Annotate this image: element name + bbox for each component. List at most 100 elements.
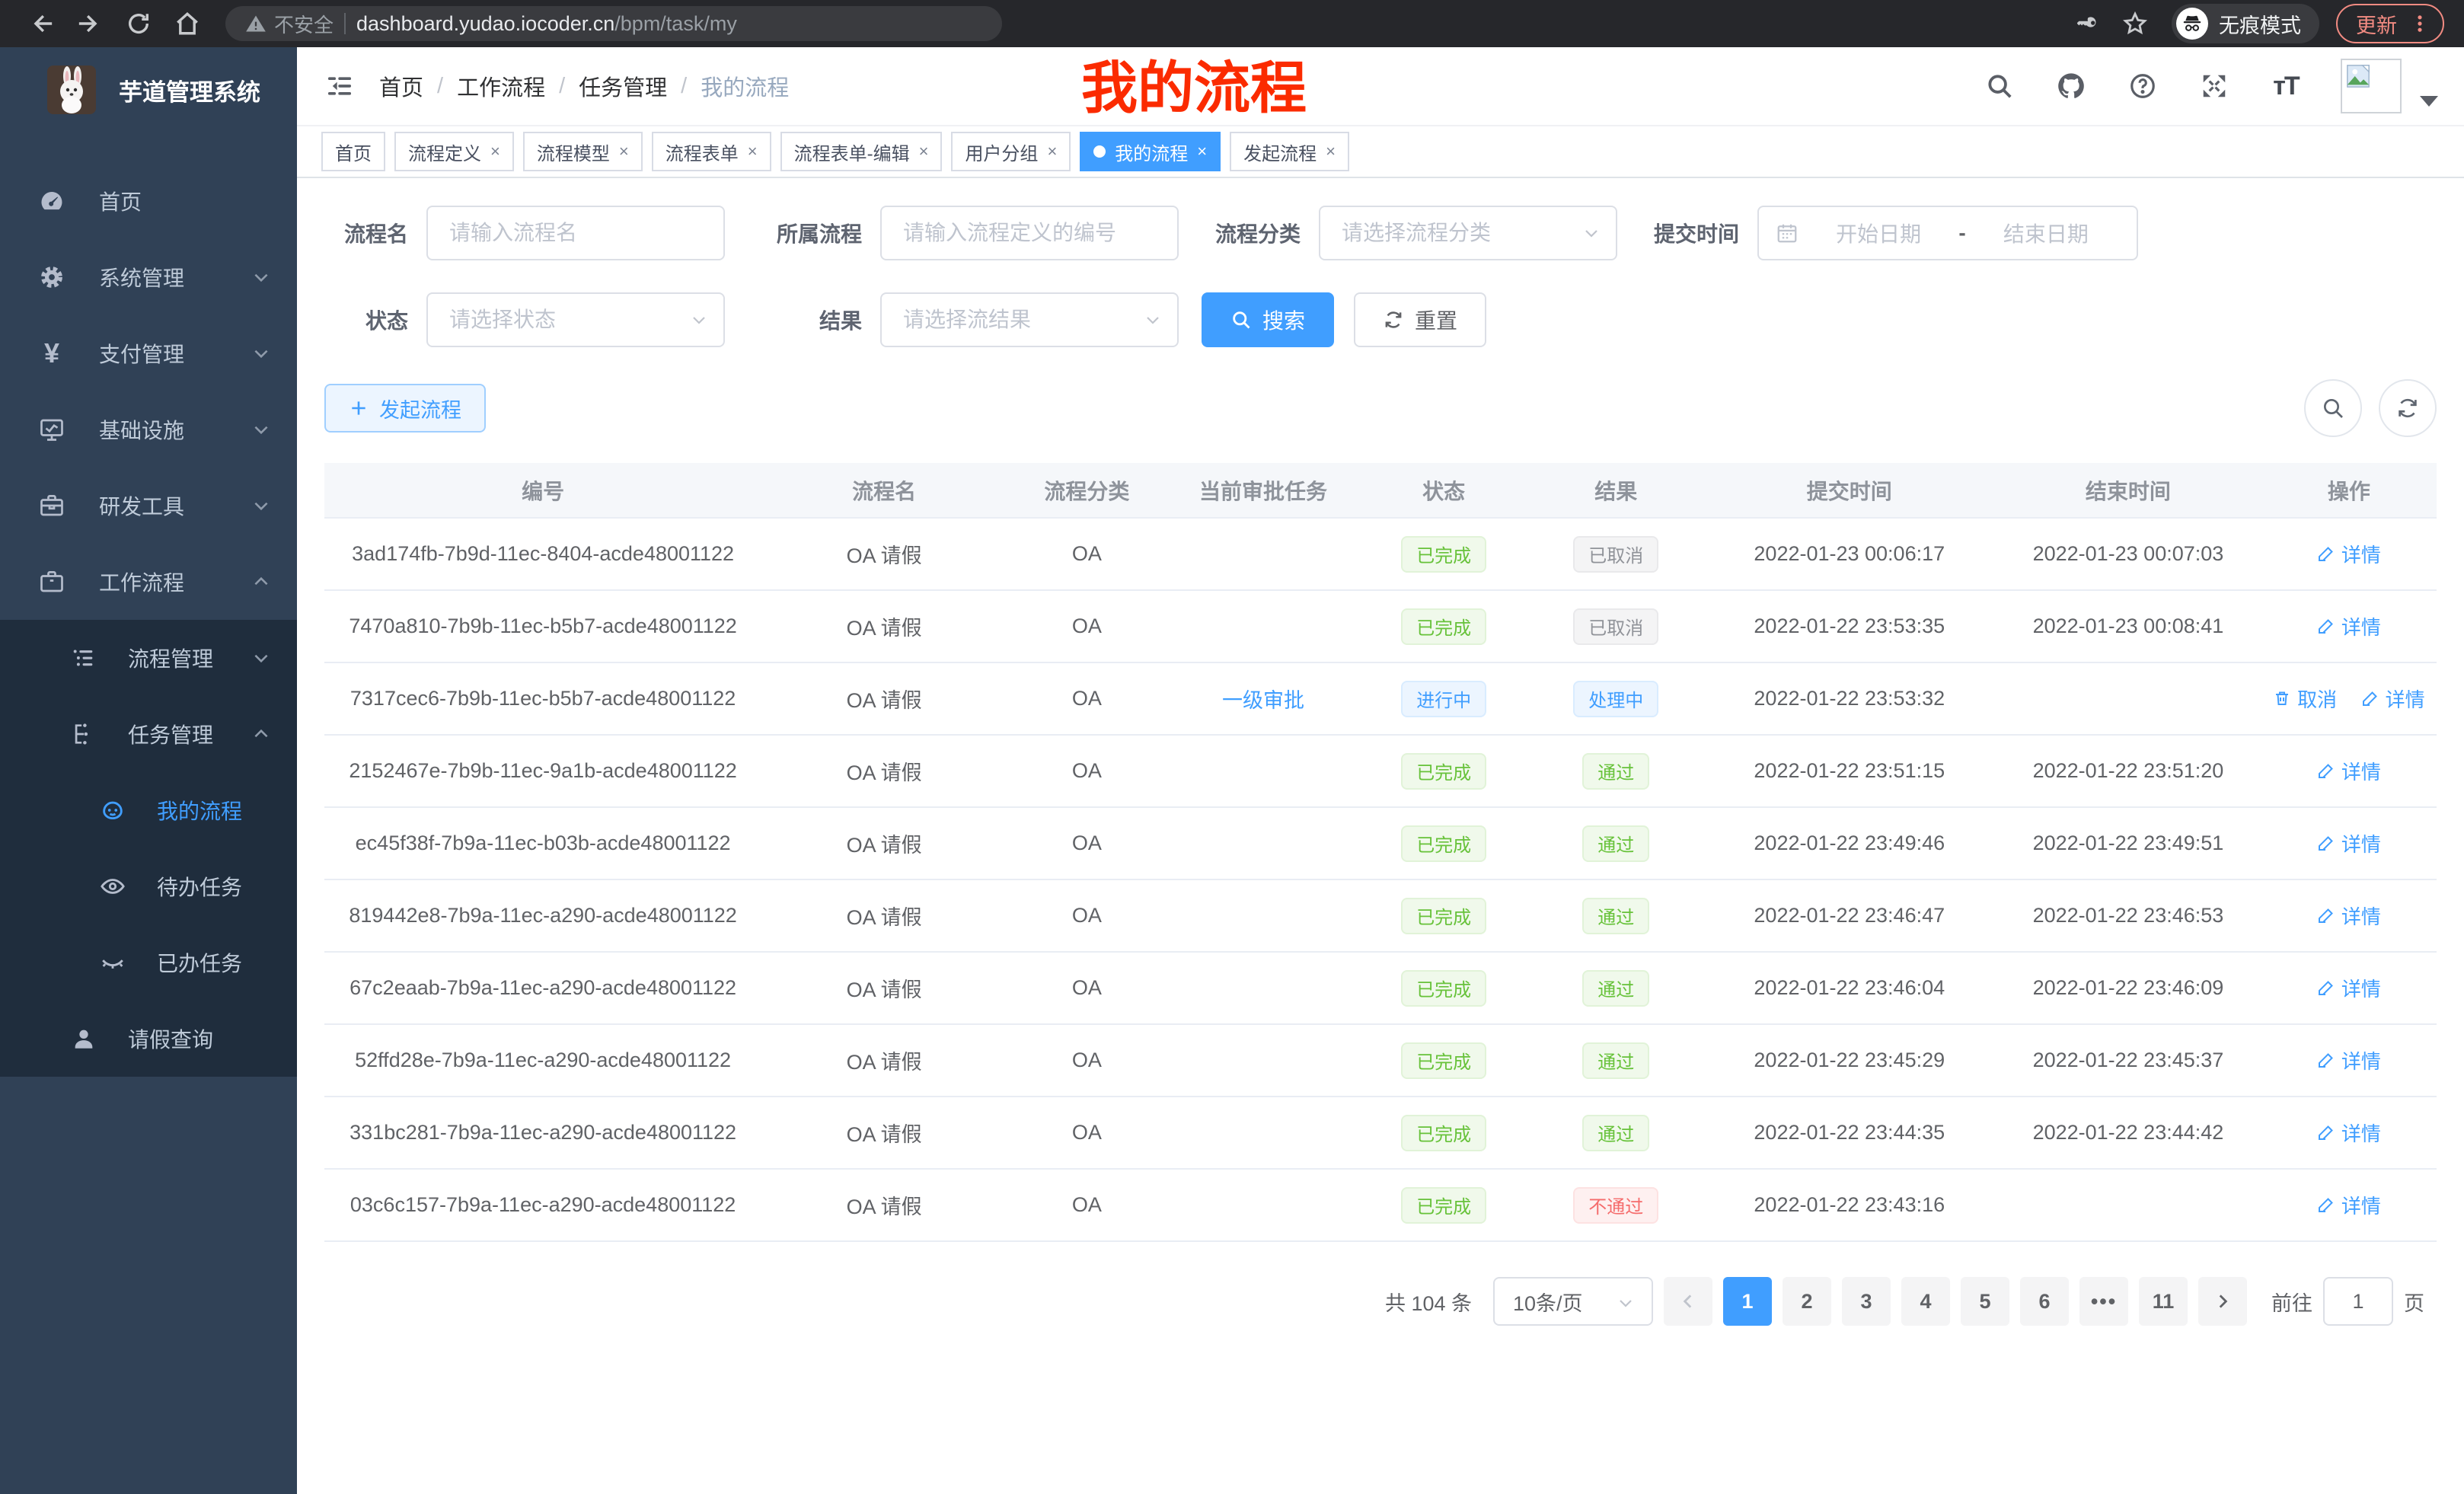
goto-label: 前往 (2271, 1287, 2312, 1317)
result-badge: 通过 (1582, 970, 1649, 1007)
fullscreen-icon[interactable] (2197, 69, 2231, 103)
current-task-link[interactable]: 一级审批 (1222, 689, 1304, 712)
tab-process-form-edit[interactable]: 流程表单-编辑× (780, 132, 943, 171)
page-button-4[interactable]: 4 (1901, 1277, 1950, 1326)
page-content: 流程名 所属流程 流程分类 (297, 178, 2464, 1494)
detail-link[interactable]: 详情 (2317, 902, 2381, 930)
detail-link[interactable]: 详情 (2317, 1119, 2381, 1147)
tab-start-process[interactable]: 发起流程× (1230, 132, 1349, 171)
col-status: 状态 (1359, 463, 1528, 518)
detail-link[interactable]: 详情 (2317, 612, 2381, 640)
cancel-link[interactable]: 取消 (2273, 685, 2337, 713)
breadcrumb-home[interactable]: 首页 (379, 70, 423, 102)
sidebar-item-label: 我的流程 (157, 795, 242, 825)
detail-link[interactable]: 详情 (2317, 974, 2381, 1002)
sidebar-item-infra[interactable]: 基础设施 (0, 391, 297, 468)
font-size-icon[interactable]: тT (2269, 69, 2303, 103)
breadcrumb-task-mgmt[interactable]: 任务管理 (579, 70, 667, 102)
refresh-table-button[interactable] (2379, 379, 2437, 437)
update-label: 更新 (2356, 9, 2397, 39)
browser-back-icon[interactable] (20, 2, 62, 45)
next-page-button[interactable] (2198, 1277, 2247, 1326)
start-process-button[interactable]: 发起流程 (324, 384, 486, 433)
status-select[interactable] (426, 292, 725, 347)
not-secure-warning[interactable]: 不安全 (245, 10, 334, 38)
page-button-3[interactable]: 3 (1842, 1277, 1891, 1326)
reset-button[interactable]: 重置 (1354, 292, 1486, 347)
detail-link[interactable]: 详情 (2317, 829, 2381, 857)
close-icon[interactable]: × (1197, 142, 1207, 161)
close-icon[interactable]: × (1047, 142, 1057, 161)
sidebar-item-my-process[interactable]: 我的流程 (0, 772, 297, 848)
status-badge: 已完成 (1401, 1187, 1486, 1224)
password-key-icon[interactable] (2070, 4, 2109, 43)
close-icon[interactable]: × (919, 142, 929, 161)
sidebar-item-workflow[interactable]: 工作流程 (0, 544, 297, 620)
table-row: ec45f38f-7b9a-11ec-b03b-acde48001122 OA … (324, 807, 2437, 879)
submit-time-range-picker[interactable]: 开始日期 - 结束日期 (1757, 206, 2138, 260)
detail-link[interactable]: 详情 (2317, 1191, 2381, 1219)
sidebar-item-task-mgmt[interactable]: 任务管理 (0, 696, 297, 772)
search-button[interactable]: 搜索 (1202, 292, 1334, 347)
process-definition-input[interactable] (880, 206, 1179, 260)
sidebar-item-done-tasks[interactable]: 已办任务 (0, 924, 297, 1001)
tab-process-definition[interactable]: 流程定义× (394, 132, 514, 171)
total-count: 共 104 条 (1385, 1287, 1472, 1317)
tab-process-form[interactable]: 流程表单× (652, 132, 771, 171)
page-button-6[interactable]: 6 (2020, 1277, 2069, 1326)
process-name-input[interactable] (426, 206, 725, 260)
sidebar-item-process-mgmt[interactable]: 流程管理 (0, 620, 297, 696)
tab-my-process[interactable]: 我的流程× (1080, 132, 1221, 171)
tab-user-group[interactable]: 用户分组× (951, 132, 1071, 171)
page-button-1[interactable]: 1 (1723, 1277, 1772, 1326)
help-icon[interactable] (2126, 69, 2159, 103)
filter-name-label: 流程名 (324, 218, 408, 248)
kebab-menu-icon[interactable] (2409, 13, 2430, 34)
close-icon[interactable]: × (490, 142, 500, 161)
result-badge: 不通过 (1573, 1187, 1658, 1224)
avatar[interactable] (2341, 59, 2402, 113)
detail-link[interactable]: 详情 (2317, 540, 2381, 568)
chevron-down-icon (251, 648, 271, 668)
hamburger-icon[interactable] (323, 69, 356, 103)
table-row: 67c2eaab-7b9a-11ec-a290-acde48001122 OA … (324, 952, 2437, 1024)
close-icon[interactable]: × (619, 142, 629, 161)
tab-home[interactable]: 首页 (321, 132, 385, 171)
more-pages-button[interactable]: ••• (2079, 1277, 2128, 1326)
detail-link[interactable]: 详情 (2361, 685, 2425, 713)
sidebar-item-home[interactable]: 首页 (0, 163, 297, 239)
page-button-11[interactable]: 11 (2139, 1277, 2188, 1326)
detail-link[interactable]: 详情 (2317, 757, 2381, 785)
header-search-icon[interactable] (1983, 69, 2016, 103)
browser-forward-icon[interactable] (69, 2, 111, 45)
yen-icon: ¥ (37, 337, 67, 369)
app-logo[interactable]: 芋道管理系统 (0, 47, 297, 132)
page-button-5[interactable]: 5 (1961, 1277, 2009, 1326)
sidebar-item-devtools[interactable]: 研发工具 (0, 468, 297, 544)
github-icon[interactable] (2054, 69, 2088, 103)
avatar-caret-icon[interactable] (2420, 96, 2438, 107)
show-search-button[interactable] (2304, 379, 2362, 437)
page-button-2[interactable]: 2 (1783, 1277, 1831, 1326)
col-id: 编号 (324, 463, 761, 518)
sidebar-item-payment[interactable]: ¥ 支付管理 (0, 315, 297, 391)
sidebar-item-leave-query[interactable]: 请假查询 (0, 1001, 297, 1077)
sidebar-item-todo-tasks[interactable]: 待办任务 (0, 848, 297, 924)
close-icon[interactable]: × (748, 142, 758, 161)
result-select[interactable] (880, 292, 1179, 347)
address-bar[interactable]: 不安全 dashboard.yudao.iocoder.cn/bpm/task/… (225, 6, 1002, 41)
browser-home-icon[interactable] (166, 2, 209, 45)
detail-link[interactable]: 详情 (2317, 1046, 2381, 1074)
sidebar-item-system[interactable]: 系统管理 (0, 239, 297, 315)
tab-process-model[interactable]: 流程模型× (523, 132, 643, 171)
browser-reload-icon[interactable] (117, 2, 160, 45)
category-select[interactable] (1319, 206, 1617, 260)
gear-icon (37, 263, 67, 291)
chrome-update-button[interactable]: 更新 (2336, 4, 2444, 43)
bookmark-star-icon[interactable] (2115, 4, 2155, 43)
prev-page-button[interactable] (1664, 1277, 1712, 1326)
page-size-select[interactable]: 10条/页 (1493, 1277, 1653, 1326)
close-icon[interactable]: × (1326, 142, 1336, 161)
goto-page-input[interactable] (2323, 1277, 2393, 1326)
breadcrumb-workflow[interactable]: 工作流程 (457, 70, 545, 102)
